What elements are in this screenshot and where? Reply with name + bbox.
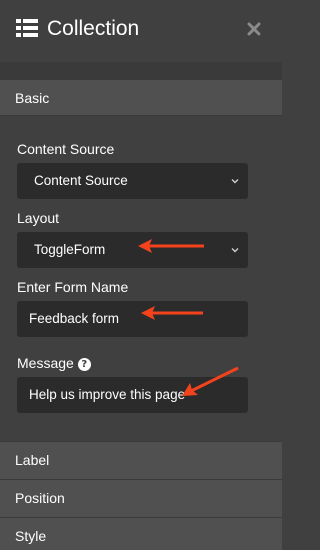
- collection-panel: Collection Basic Content Source Content …: [0, 0, 282, 550]
- message-input[interactable]: Help us improve this page: [17, 377, 248, 413]
- content-source-select[interactable]: Content Source: [17, 163, 248, 199]
- layout-select[interactable]: ToggleForm: [17, 232, 248, 268]
- message-label-row: Message?: [17, 354, 91, 372]
- content-source-label: Content Source: [17, 141, 115, 157]
- content-source-value: Content Source: [34, 173, 128, 188]
- chevron-down-icon: [231, 179, 239, 184]
- form-name-value: Feedback form: [29, 311, 120, 326]
- section-style[interactable]: Style: [0, 517, 282, 550]
- panel-title: Collection: [47, 17, 140, 40]
- section-label[interactable]: Label: [0, 441, 282, 479]
- form-name-label: Enter Form Name: [17, 279, 129, 295]
- message-label: Message: [17, 355, 74, 371]
- message-value: Help us improve this page: [29, 387, 186, 402]
- header-divider: [0, 62, 282, 80]
- layout-label: Layout: [17, 210, 60, 226]
- chevron-down-icon: [231, 248, 239, 253]
- form-name-input[interactable]: Feedback form: [17, 301, 248, 337]
- help-icon[interactable]: ?: [77, 358, 91, 371]
- list-icon: [16, 19, 38, 37]
- panel-header: Collection: [0, 0, 282, 62]
- layout-value: ToggleForm: [34, 242, 106, 257]
- close-icon[interactable]: [246, 21, 262, 37]
- section-position[interactable]: Position: [0, 479, 282, 517]
- basic-section-body: Content Source Content Source Layout Tog…: [0, 116, 282, 441]
- section-basic[interactable]: Basic: [0, 80, 282, 116]
